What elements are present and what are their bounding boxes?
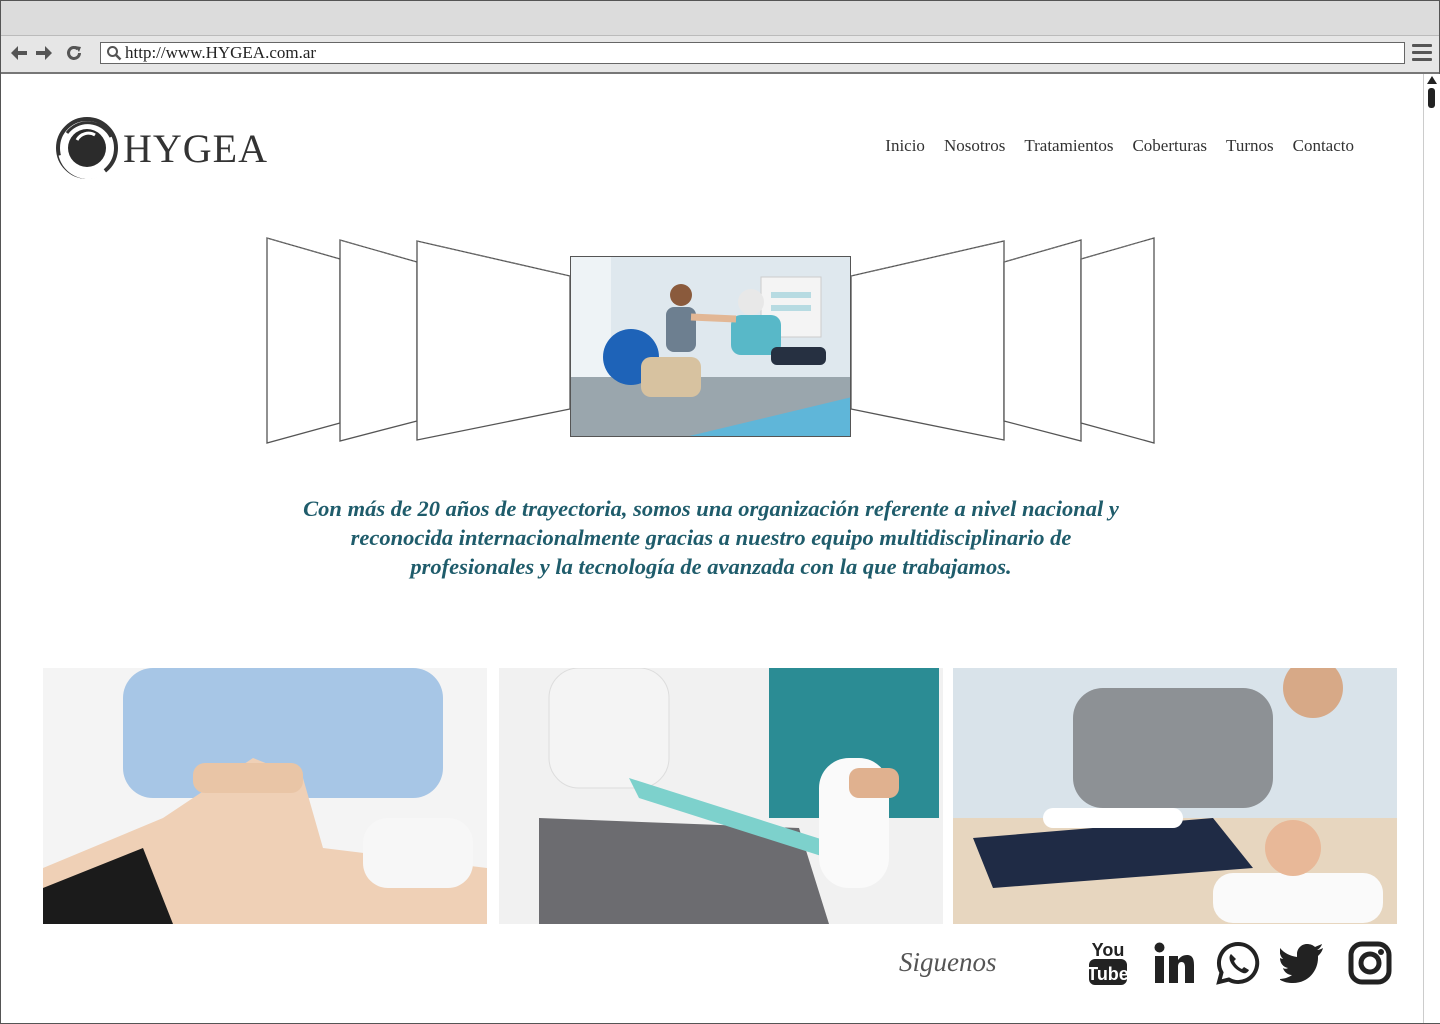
band-exercise-image	[499, 668, 943, 924]
band-exercise-photo	[499, 668, 943, 924]
carousel-slide-left-3	[266, 237, 341, 444]
page-viewport: HYGEA Inicio Nosotros Tratamientos Cober…	[1, 74, 1421, 1023]
carousel-slide-right-2	[1003, 239, 1082, 442]
nav-nosotros[interactable]: Nosotros	[944, 136, 1005, 156]
twitter-link[interactable]	[1279, 938, 1325, 988]
main-nav: Inicio Nosotros Tratamientos Coberturas …	[885, 136, 1354, 156]
nav-contacto[interactable]: Contacto	[1293, 136, 1354, 156]
reload-button[interactable]	[65, 44, 83, 62]
back-button[interactable]	[10, 44, 28, 62]
tagline: Con más de 20 años de trayectoria, somos…	[241, 494, 1181, 581]
browser-menu-button[interactable]	[1412, 44, 1432, 62]
carousel-main-photo[interactable]	[570, 256, 851, 437]
therapy-photo-image	[571, 257, 850, 436]
instagram-link[interactable]	[1347, 938, 1393, 988]
url-input[interactable]	[125, 43, 1395, 63]
nav-inicio[interactable]: Inicio	[885, 136, 925, 156]
instagram-icon	[1348, 941, 1392, 985]
browser-window: HYGEA Inicio Nosotros Tratamientos Cober…	[0, 0, 1440, 1024]
browser-toolbar	[1, 36, 1439, 74]
arrow-left-icon	[11, 46, 27, 60]
reload-icon	[67, 45, 81, 60]
logo-text: HYGEA	[123, 125, 268, 171]
tagline-line-3: profesionales y la tecnología de avanzad…	[410, 554, 1012, 579]
twitter-icon	[1280, 944, 1323, 983]
linkedin-icon	[1154, 942, 1194, 983]
child-therapy-photo	[953, 668, 1397, 924]
child-therapy-image	[953, 668, 1397, 924]
forward-button[interactable]	[35, 44, 53, 62]
whatsapp-link[interactable]	[1215, 938, 1261, 988]
knee-therapy-image	[43, 668, 487, 924]
nav-coberturas[interactable]: Coberturas	[1132, 136, 1207, 156]
scroll-up-icon[interactable]	[1427, 76, 1437, 84]
svg-text:You: You	[1092, 940, 1125, 960]
tagline-line-1: Con más de 20 años de trayectoria, somos…	[303, 496, 1119, 521]
search-icon	[107, 46, 122, 61]
arrow-right-icon	[36, 46, 52, 60]
hamburger-icon-bar	[1412, 58, 1432, 61]
title-bar	[1, 1, 1439, 36]
image-carousel[interactable]	[266, 237, 1156, 445]
tagline-line-2: reconocida internacionalmente gracias a …	[350, 525, 1072, 550]
nav-tratamientos[interactable]: Tratamientos	[1024, 136, 1113, 156]
site-logo[interactable]: HYGEA	[55, 115, 268, 181]
youtube-icon: You Tube	[1087, 940, 1129, 985]
whatsapp-icon	[1216, 941, 1260, 985]
hygea-logo-icon	[56, 117, 118, 180]
carousel-slide-left-2	[339, 239, 418, 442]
nav-turnos[interactable]: Turnos	[1226, 136, 1274, 156]
svg-text:Tube: Tube	[1087, 964, 1129, 984]
address-bar[interactable]	[100, 42, 1405, 64]
scroll-thumb[interactable]	[1428, 88, 1435, 108]
hamburger-icon	[1412, 44, 1432, 47]
page-scrollbar[interactable]	[1423, 74, 1440, 1023]
carousel-slide-right-1	[850, 240, 1005, 441]
linkedin-link[interactable]	[1151, 938, 1197, 988]
knee-therapy-photo	[43, 668, 487, 924]
follow-label: Siguenos	[899, 947, 997, 977]
carousel-slide-right-3	[1080, 237, 1155, 444]
youtube-link[interactable]: You Tube	[1085, 938, 1131, 988]
hamburger-icon-bar	[1412, 51, 1432, 54]
